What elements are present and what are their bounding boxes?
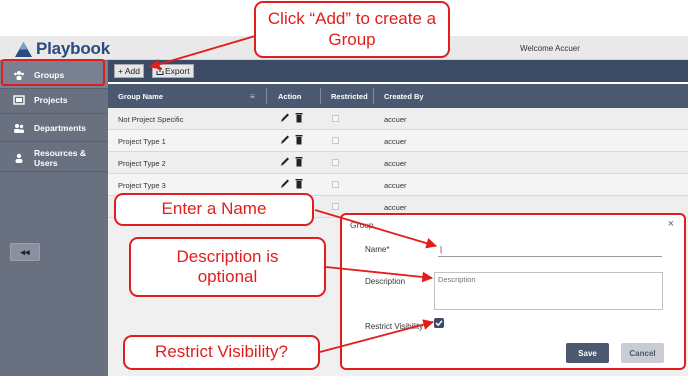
column-header-action: Action [278,92,302,101]
restrict-visibility-checkbox[interactable] [434,318,444,328]
name-label: Name* [365,245,390,254]
created-by-cell: accuer [384,181,407,190]
row-actions [280,112,304,123]
created-by-cell: accuer [384,137,407,146]
app-logo[interactable]: Playbook [14,39,110,59]
column-divider [266,88,267,104]
collapse-sidebar-button[interactable]: ◂◂ [10,243,40,261]
callout-description: Description is optional [129,237,326,297]
sidebar-item-label: Projects [34,94,68,105]
column-menu-icon[interactable]: ≡ [250,92,255,101]
delete-trash-icon[interactable] [294,134,304,145]
description-label: Description [365,277,406,286]
column-header-restricted[interactable]: Restricted [331,92,368,101]
group-dialog: Group × Name* Description Restrict Visib… [340,213,686,370]
restricted-checkbox [332,181,339,188]
created-by-cell: accuer [384,159,407,168]
sidebar-item-label: Resources & Users [34,147,86,168]
logo-mountain-icon [15,41,32,57]
table-row[interactable]: Not Project Specific accuer [108,108,688,130]
edit-pencil-icon[interactable] [280,134,290,145]
column-divider [320,88,321,104]
save-button[interactable]: Save [566,343,609,363]
cancel-button[interactable]: Cancel [621,343,664,363]
close-icon[interactable]: × [668,218,674,230]
edit-pencil-icon[interactable] [280,178,290,189]
edit-pencil-icon[interactable] [280,112,290,123]
restricted-checkbox [332,115,339,122]
group-name-cell: Not Project Specific [118,115,184,124]
created-by-cell: accuer [384,115,407,124]
column-divider [373,88,374,104]
logo-text: Playbook [36,39,110,58]
column-header-group-name[interactable]: Group Name [118,92,163,101]
dialog-title: Group [350,220,374,230]
column-header-created-by[interactable]: Created By [384,92,424,101]
checkmark-icon [435,320,443,327]
export-icon [156,67,164,75]
restricted-checkbox [332,159,339,166]
welcome-text: Welcome Accuer [520,44,580,53]
row-actions [280,156,304,167]
row-actions [280,134,304,145]
delete-trash-icon[interactable] [294,156,304,167]
sidebar: Groups Projects Departments Resources & … [0,60,108,376]
table-row[interactable]: Project Type 2 accuer [108,152,688,174]
user-icon [15,153,23,163]
callout-name: Enter a Name [114,193,314,226]
row-actions [280,178,304,189]
export-button-label: Export [165,66,190,76]
sidebar-item-departments[interactable]: Departments [0,114,108,142]
group-name-cell: Project Type 2 [118,159,166,168]
groups-highlight-box [1,59,105,86]
toolbar: + Add Export [108,60,688,82]
table-row[interactable]: Project Type 1 accuer [108,130,688,152]
sidebar-item-projects[interactable]: Projects [0,86,108,114]
callout-restrict: Restrict Visibility? [123,335,320,370]
screen: Playbook Welcome Accuer Groups Projects … [0,0,688,376]
delete-trash-icon[interactable] [294,112,304,123]
departments-icon [14,123,24,133]
group-name-cell: Project Type 1 [118,137,166,146]
callout-add: Click “Add” to create a Group [254,1,450,58]
projects-icon [13,94,25,105]
edit-pencil-icon[interactable] [280,156,290,167]
sidebar-item-label: Departments [34,122,86,133]
description-field[interactable] [434,272,663,310]
sidebar-item-resources-users[interactable]: Resources & Users [0,144,108,172]
delete-trash-icon[interactable] [294,178,304,189]
grid-header: Group Name ≡ Action Restricted Created B… [108,84,688,108]
restrict-visibility-label: Restrict Visibility [365,322,424,331]
name-field[interactable] [438,243,662,257]
group-name-cell: Project Type 3 [118,181,166,190]
add-button-label: + Add [118,66,140,76]
restricted-checkbox [332,137,339,144]
add-button[interactable]: + Add [114,64,144,78]
restricted-checkbox [332,203,339,210]
export-button[interactable]: Export [152,64,194,78]
created-by-cell: accuer [384,203,407,212]
